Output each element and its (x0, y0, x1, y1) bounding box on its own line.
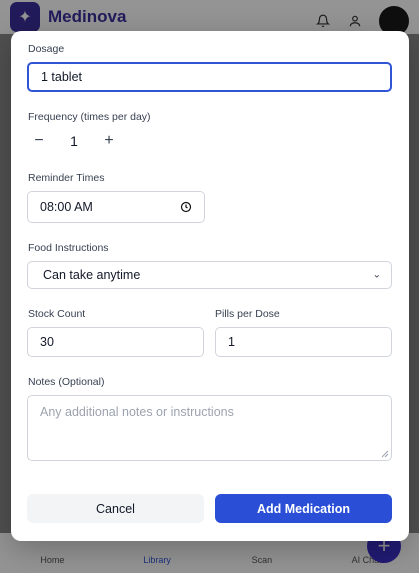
pills-per-dose-label: Pills per Dose (215, 308, 280, 320)
stock-count-label: Stock Count (28, 308, 86, 320)
stock-count-input[interactable]: 30 (27, 327, 204, 357)
clock-icon[interactable] (180, 201, 192, 213)
notes-textarea[interactable]: Any additional notes or instructions (27, 395, 392, 461)
notes-label: Notes (Optional) (28, 376, 105, 388)
reminder-times-label: Reminder Times (28, 172, 105, 184)
frequency-decrement-button[interactable]: − (29, 131, 49, 151)
pills-per-dose-input[interactable]: 1 (215, 327, 392, 357)
reminder-time-value: 08:00 AM (40, 200, 93, 214)
resize-grip-icon[interactable] (381, 450, 389, 458)
chevron-down-icon: ⌄ (372, 269, 381, 281)
food-instructions-label: Food Instructions (28, 242, 109, 254)
food-instructions-select[interactable]: Can take anytime ⌄ (27, 261, 392, 289)
frequency-label: Frequency (times per day) (28, 111, 151, 123)
food-instructions-value: Can take anytime (43, 268, 141, 282)
frequency-increment-button[interactable]: + (99, 131, 119, 151)
notes-placeholder: Any additional notes or instructions (40, 405, 234, 419)
frequency-value: 1 (70, 133, 78, 149)
reminder-time-input[interactable]: 08:00 AM (27, 191, 205, 223)
add-medication-button[interactable]: Add Medication (215, 494, 392, 523)
cancel-button[interactable]: Cancel (27, 494, 204, 523)
dosage-input[interactable]: 1 tablet (27, 62, 392, 92)
add-medication-modal: Dosage 1 tablet Frequency (times per day… (11, 31, 409, 541)
dosage-label: Dosage (28, 43, 65, 55)
